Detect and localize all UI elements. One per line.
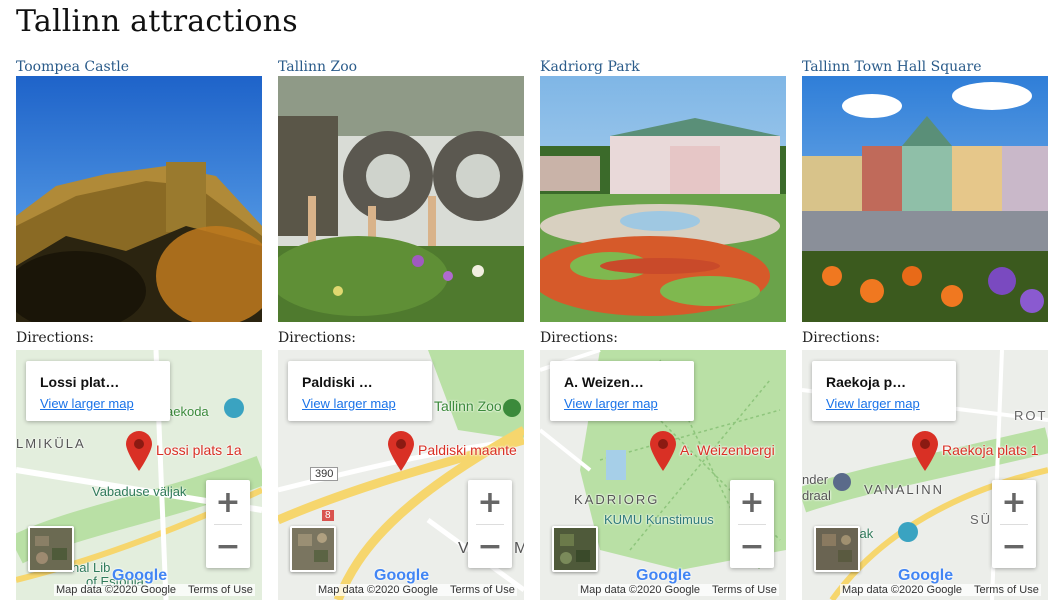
directions-label: Directions:: [802, 330, 880, 346]
terms-of-use-link[interactable]: Terms of Use: [974, 584, 1039, 596]
satellite-toggle-button[interactable]: [814, 526, 860, 572]
view-larger-map-link[interactable]: View larger map: [826, 396, 920, 411]
map-label: nder: [802, 472, 829, 487]
zoom-in-button[interactable]: +: [992, 480, 1036, 524]
map-embed-zoo[interactable]: Tallinn Zoo 390 V M 8 Paldiski … View la…: [278, 350, 524, 600]
map-label: LMIKÜLA: [16, 436, 86, 451]
attraction-card-town-hall: Tallinn Town Hall Square Directions: ROT…: [802, 56, 1048, 600]
google-logo: Google: [112, 567, 168, 584]
map-data-text: Map data ©2020 Google: [842, 584, 963, 596]
tallinn-zoo-photo[interactable]: [278, 76, 524, 322]
route-marker: 8: [322, 510, 334, 521]
map-pin-label: Paldiski maante: [418, 442, 517, 458]
directions-label: Directions:: [278, 330, 356, 346]
satellite-toggle-button[interactable]: [552, 526, 598, 572]
map-place-name: A. Weizen…: [564, 374, 644, 390]
map-info-card: Lossi plat… View larger map: [26, 361, 170, 421]
zoom-controls: + −: [730, 480, 774, 568]
map-attribution: Map data ©2020 Google Terms of Use: [578, 584, 779, 596]
map-attribution: Map data ©2020 Google Terms of Use: [54, 584, 255, 596]
view-larger-map-link[interactable]: View larger map: [564, 396, 658, 411]
directions-label: Directions:: [540, 330, 618, 346]
attraction-card-zoo: Tallinn Zoo Directions: Tallinn Zoo 390 …: [278, 56, 524, 600]
terms-of-use-link[interactable]: Terms of Use: [712, 584, 777, 596]
zoom-out-button[interactable]: −: [206, 524, 250, 568]
map-label: SÜ: [970, 512, 993, 527]
satellite-toggle-button[interactable]: [290, 526, 336, 572]
terms-of-use-link[interactable]: Terms of Use: [450, 584, 515, 596]
google-logo: Google: [636, 567, 692, 584]
zoom-out-button[interactable]: −: [730, 524, 774, 568]
map-place-name: Paldiski …: [302, 374, 373, 390]
map-label: aekoda: [166, 404, 209, 419]
route-badge: 390: [310, 467, 339, 481]
town-hall-square-photo[interactable]: [802, 76, 1048, 322]
map-place-name: Lossi plat…: [40, 374, 120, 390]
map-attribution: Map data ©2020 Google Terms of Use: [316, 584, 517, 596]
attraction-card-kadriorg: Kadriorg Park Directions: KADRIORG KUMU …: [540, 56, 786, 600]
map-pin-icon[interactable]: [910, 430, 940, 472]
zoom-controls: + −: [992, 480, 1036, 568]
google-logo: Google: [374, 567, 430, 584]
map-data-text: Map data ©2020 Google: [318, 584, 439, 596]
map-info-card: Paldiski … View larger map: [288, 361, 432, 421]
map-info-card: A. Weizen… View larger map: [550, 361, 694, 421]
map-info-card: Raekoja p… View larger map: [812, 361, 956, 421]
map-label: Vabaduse väljak: [92, 484, 187, 499]
kadriorg-park-photo[interactable]: [540, 76, 786, 322]
page-title: Tallinn attractions: [16, 4, 298, 39]
view-larger-map-link[interactable]: View larger map: [40, 396, 134, 411]
map-pin-icon[interactable]: [648, 430, 678, 472]
toompea-castle-photo[interactable]: [16, 76, 262, 322]
map-label: draal: [802, 488, 831, 503]
zoom-out-button[interactable]: −: [992, 524, 1036, 568]
map-embed-toompea[interactable]: aekoda LMIKÜLA Vabaduse väljak nal Lib o…: [16, 350, 262, 600]
map-embed-town-hall[interactable]: ROT nder draal VANALINN väljak SÜ Raekoj…: [802, 350, 1048, 600]
map-pin-label: A. Weizenbergi: [680, 442, 775, 458]
map-data-text: Map data ©2020 Google: [580, 584, 701, 596]
attraction-card-toompea: Toompea Castle Directions: aekoda LMIKÜL: [16, 56, 262, 600]
map-label: VANALINN: [864, 482, 945, 497]
map-data-text: Map data ©2020 Google: [56, 584, 177, 596]
map-label: M: [514, 540, 524, 557]
directions-label: Directions:: [16, 330, 94, 346]
map-label: Tallinn Zoo: [434, 398, 502, 414]
map-attribution: Map data ©2020 Google Terms of Use: [840, 584, 1041, 596]
zoom-in-button[interactable]: +: [730, 480, 774, 524]
map-pin-icon[interactable]: [124, 430, 154, 472]
map-pin-label: Raekoja plats 1: [942, 442, 1039, 458]
map-embed-kadriorg[interactable]: KADRIORG KUMU Kunstimuus A. Weizen… View…: [540, 350, 786, 600]
zoom-in-button[interactable]: +: [468, 480, 512, 524]
satellite-toggle-button[interactable]: [28, 526, 74, 572]
map-label: ROT: [1014, 408, 1048, 423]
view-larger-map-link[interactable]: View larger map: [302, 396, 396, 411]
map-pin-icon[interactable]: [386, 430, 416, 472]
zoom-out-button[interactable]: −: [468, 524, 512, 568]
map-label: nal Lib: [72, 560, 111, 575]
terms-of-use-link[interactable]: Terms of Use: [188, 584, 253, 596]
map-pin-label: Lossi plats 1a: [156, 442, 242, 458]
zoom-controls: + −: [468, 480, 512, 568]
map-label: KADRIORG: [574, 492, 660, 507]
google-logo: Google: [898, 567, 954, 584]
zoom-in-button[interactable]: +: [206, 480, 250, 524]
map-label: KUMU Kunstimuus: [604, 512, 714, 527]
map-place-name: Raekoja p…: [826, 374, 907, 390]
zoom-controls: + −: [206, 480, 250, 568]
